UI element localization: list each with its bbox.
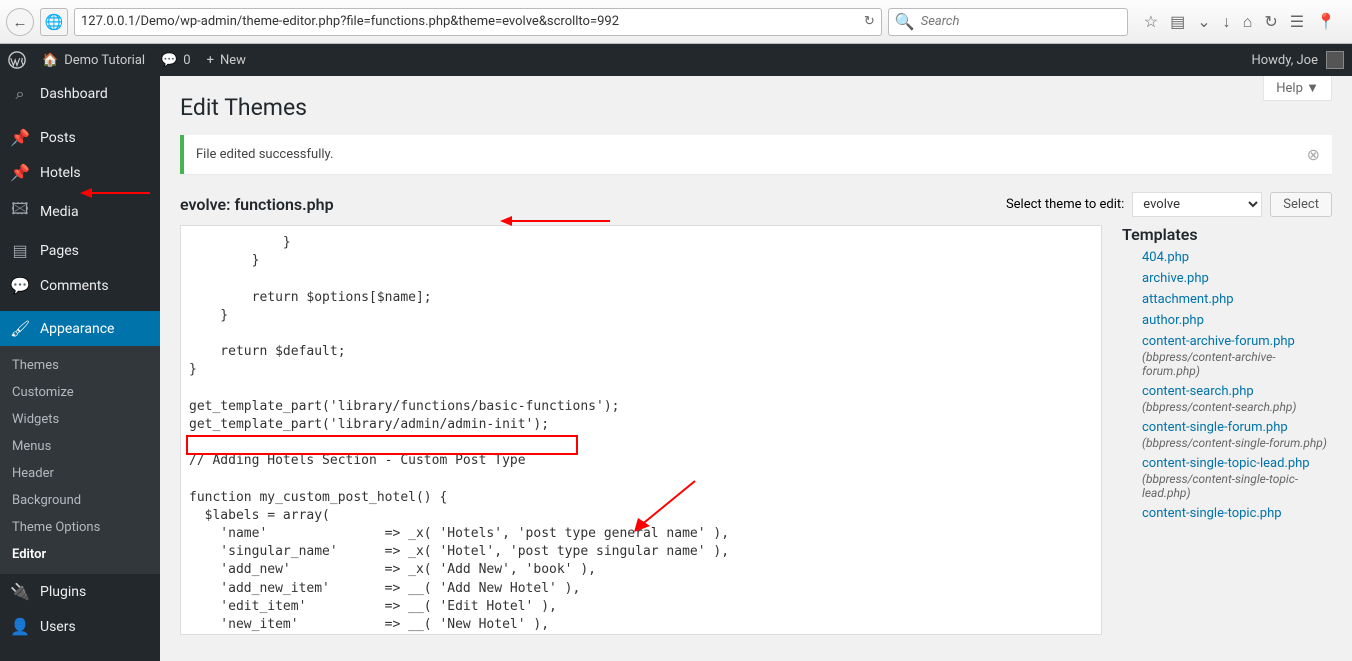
submenu-header[interactable]: Header xyxy=(0,460,160,487)
template-file[interactable]: content-single-forum.php(bbpress/content… xyxy=(1142,420,1332,450)
main-content: Help ▼ Edit Themes File edited successfu… xyxy=(160,76,1352,661)
submenu-background[interactable]: Background xyxy=(0,487,160,514)
code-area xyxy=(180,225,1102,639)
menu-icon[interactable]: ☰ xyxy=(1290,12,1304,31)
sidebar-item-hotels[interactable]: 📌 Hotels xyxy=(0,155,160,190)
templates-heading: Templates xyxy=(1122,225,1332,244)
sidebar-item-media[interactable]: 🖾 Media xyxy=(0,190,160,233)
pin-icon: 📌 xyxy=(10,128,30,147)
list-icon[interactable]: ▤ xyxy=(1170,12,1185,31)
template-file[interactable]: content-single-topic-lead.php(bbpress/co… xyxy=(1142,456,1332,500)
appearance-submenu: Themes Customize Widgets Menus Header Ba… xyxy=(0,346,160,574)
search-input[interactable] xyxy=(921,14,1121,29)
pin-icon: 📌 xyxy=(10,163,30,182)
back-button[interactable]: ← xyxy=(6,8,34,36)
comment-icon: 💬 xyxy=(10,276,30,295)
template-file[interactable]: attachment.php xyxy=(1142,292,1332,307)
submenu-customize[interactable]: Customize xyxy=(0,379,160,406)
howdy-text[interactable]: Howdy, Joe xyxy=(1251,53,1318,68)
url-text: 127.0.0.1/Demo/wp-admin/theme-editor.php… xyxy=(81,14,619,29)
site-name-link[interactable]: 🏠 Demo Tutorial xyxy=(42,53,145,68)
pages-icon: ▤ xyxy=(10,241,30,260)
page-title: Edit Themes xyxy=(180,94,1332,121)
template-file[interactable]: content-search.php(bbpress/content-searc… xyxy=(1142,384,1332,414)
template-file[interactable]: content-single-topic.php xyxy=(1142,506,1332,521)
dismiss-icon[interactable]: ⊗ xyxy=(1307,145,1320,164)
submenu-editor[interactable]: Editor xyxy=(0,541,160,568)
template-file[interactable]: archive.php xyxy=(1142,271,1332,286)
sidebar-item-posts[interactable]: 📌 Posts xyxy=(0,120,160,155)
avatar[interactable] xyxy=(1326,51,1344,69)
submenu-themes[interactable]: Themes xyxy=(0,352,160,379)
media-icon: 🖾 xyxy=(10,198,30,225)
wp-logo-icon[interactable] xyxy=(8,51,26,69)
sidebar-item-plugins[interactable]: 🔌 Plugins xyxy=(0,574,160,609)
star-icon[interactable]: ☆ xyxy=(1144,12,1158,31)
browser-toolbar: ← 🌐 127.0.0.1/Demo/wp-admin/theme-editor… xyxy=(0,0,1352,44)
help-tab[interactable]: Help ▼ xyxy=(1263,76,1332,101)
notice-text: File edited successfully. xyxy=(196,147,333,162)
pocket-icon[interactable]: ⌄ xyxy=(1197,12,1210,31)
dashboard-icon: ⌕ xyxy=(10,84,30,104)
template-file[interactable]: author.php xyxy=(1142,313,1332,328)
select-button[interactable]: Select xyxy=(1270,192,1332,217)
home-icon[interactable]: ⌂ xyxy=(1243,12,1253,32)
sidebar-item-comments[interactable]: 💬 Comments xyxy=(0,268,160,303)
sidebar-item-users[interactable]: 👤 Users xyxy=(0,609,160,644)
code-editor[interactable] xyxy=(180,225,1102,635)
reload-icon[interactable]: ↻ xyxy=(864,14,875,29)
download-icon[interactable]: ↓ xyxy=(1223,12,1231,32)
sidebar-item-dashboard[interactable]: ⌕ Dashboard xyxy=(0,76,160,112)
submenu-menus[interactable]: Menus xyxy=(0,433,160,460)
file-title: evolve: functions.php xyxy=(180,195,334,214)
template-file[interactable]: 404.php xyxy=(1142,250,1332,265)
sync-icon[interactable]: ↻ xyxy=(1264,12,1277,31)
brush-icon: 🖌 xyxy=(10,319,30,338)
template-file[interactable]: content-archive-forum.php(bbpress/conten… xyxy=(1142,334,1332,378)
sidebar-item-pages[interactable]: ▤ Pages xyxy=(0,233,160,268)
wp-admin-bar: 🏠 Demo Tutorial 💬 0 + New Howdy, Joe xyxy=(0,44,1352,76)
new-content-link[interactable]: + New xyxy=(207,53,246,68)
globe-icon[interactable]: 🌐 xyxy=(40,8,68,36)
theme-select[interactable]: evolve xyxy=(1132,192,1262,217)
comment-icon: 💬 xyxy=(161,53,177,68)
admin-sidebar: ⌕ Dashboard 📌 Posts 📌 Hotels 🖾 Media ▤ P… xyxy=(0,76,160,661)
users-icon: 👤 xyxy=(10,617,30,636)
plus-icon: + xyxy=(207,53,214,68)
success-notice: File edited successfully. ⊗ xyxy=(180,135,1332,174)
select-theme-label: Select theme to edit: xyxy=(1006,197,1124,212)
comments-link[interactable]: 💬 0 xyxy=(161,53,191,68)
browser-toolbar-icons: ☆ ▤ ⌄ ↓ ⌂ ↻ ☰ 📍 xyxy=(1134,12,1346,32)
search-icon: 🔍 xyxy=(895,12,915,31)
submenu-theme-options[interactable]: Theme Options xyxy=(0,514,160,541)
url-bar[interactable]: 127.0.0.1/Demo/wp-admin/theme-editor.php… xyxy=(74,8,882,36)
templates-panel: Templates 404.php archive.php attachment… xyxy=(1122,225,1332,639)
plugin-icon: 🔌 xyxy=(10,582,30,601)
submenu-widgets[interactable]: Widgets xyxy=(0,406,160,433)
sidebar-item-appearance[interactable]: 🖌 Appearance xyxy=(0,311,160,346)
home-icon: 🏠 xyxy=(42,53,58,68)
pin-icon[interactable]: 📍 xyxy=(1316,12,1336,31)
browser-search[interactable]: 🔍 xyxy=(888,8,1128,36)
